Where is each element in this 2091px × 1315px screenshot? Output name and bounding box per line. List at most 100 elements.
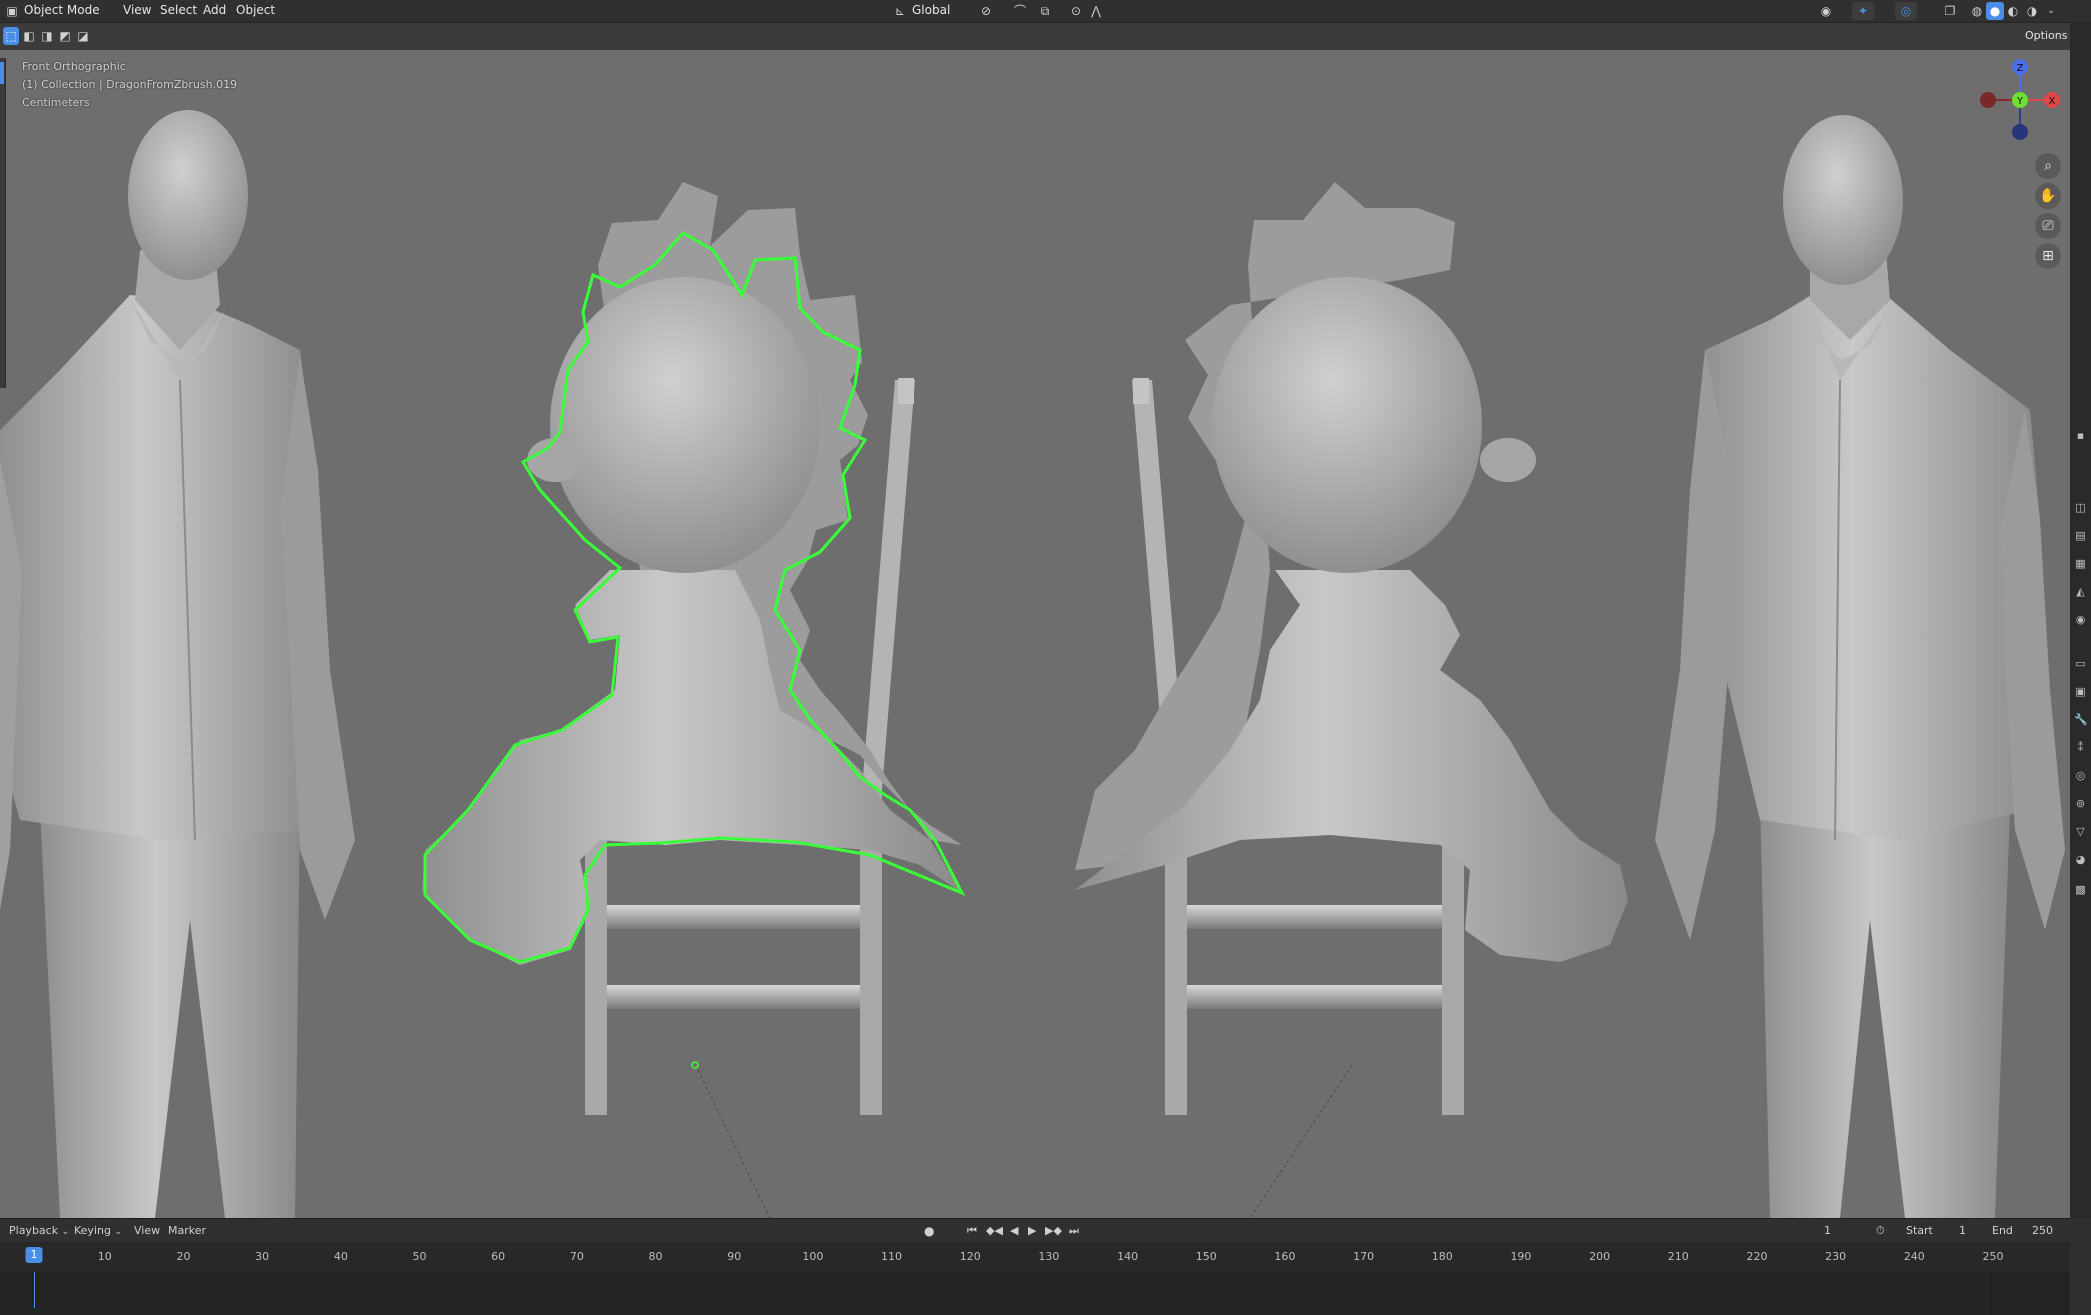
timeline-tick-label: 190	[1510, 1250, 1532, 1263]
timeline-ruler[interactable]: 1 10 20 30 40 50 60 70 80 90 100 110 120 130 140 150 160…	[0, 1242, 2070, 1272]
play-icon[interactable]: ▶	[1028, 1223, 1036, 1239]
stopwatch-icon[interactable]: ⏱	[1876, 1223, 1885, 1239]
chair-left-rung-2	[607, 985, 860, 1009]
menu-view[interactable]: View	[123, 0, 151, 22]
gizmo-neg-x-ball[interactable]	[1980, 92, 1996, 108]
render-tab-icon[interactable]: ◫	[2074, 502, 2087, 513]
select-difference-icon[interactable]: ◩	[57, 27, 73, 45]
pivot-point-icon[interactable]: ⊘	[975, 2, 997, 20]
human-reference-left[interactable]	[0, 110, 355, 1218]
select-intersect-icon[interactable]: ◪	[75, 27, 91, 45]
timeline-tick-label: 250	[1982, 1250, 2004, 1263]
playhead-frame-indicator[interactable]: 1	[25, 1247, 43, 1263]
dragon-left-ear	[527, 438, 583, 482]
constraints-tab-icon[interactable]: ⊚	[2074, 798, 2087, 809]
select-extend-icon[interactable]: ◧	[21, 27, 37, 45]
shading-options-icon[interactable]: ⌄	[2044, 2, 2058, 20]
human-reference-right[interactable]	[1655, 115, 2065, 1218]
viewport-info-overlay: Front Orthographic (1) Collection | Drag…	[22, 58, 237, 112]
frame-range-end-line	[1991, 1272, 1992, 1315]
jump-start-icon[interactable]: ⏮	[967, 1223, 977, 1239]
play-reverse-icon[interactable]: ◀	[1010, 1223, 1018, 1239]
tool-tab-icon[interactable]: ▪	[2074, 430, 2087, 441]
timeline-tick-label: 140	[1117, 1250, 1139, 1263]
end-frame-field[interactable]: 250	[2032, 1223, 2053, 1239]
data-tab-icon[interactable]: ▽	[2074, 826, 2087, 837]
dragon-right-head	[1212, 277, 1482, 573]
3d-viewport[interactable]: Z X Y Front Orthographic (1) Collection …	[0, 50, 2070, 1218]
overlay-toggle-icon[interactable]: ◎	[1895, 2, 1917, 20]
timeline-header: Playback ⌄ Keying ⌄ View Marker ● ⏮ ◆◀ ◀…	[0, 1218, 2070, 1243]
falloff-icon[interactable]: ⋀	[1088, 2, 1104, 20]
current-frame-field[interactable]: 1	[1824, 1223, 1831, 1239]
transform-orientation-dropdown[interactable]: Global ⌄	[912, 0, 964, 37]
view-layer-tab-icon[interactable]: ▦	[2074, 558, 2087, 569]
solid-shading-icon[interactable]: ●	[1986, 2, 2004, 20]
material-shading-icon[interactable]: ◐	[2005, 2, 2021, 20]
active-collection-object: (1) Collection | DragonFromZbrush.019	[22, 78, 238, 91]
right-man-torso	[1700, 290, 2040, 840]
marker-menu[interactable]: Marker	[168, 1223, 206, 1239]
timeline-view-menu[interactable]: View	[134, 1223, 160, 1239]
toolbar-left-edge[interactable]	[0, 58, 6, 388]
gizmo-toggle-icon[interactable]: ✦	[1852, 2, 1874, 20]
collection-tab-icon[interactable]: ▭	[2074, 658, 2087, 669]
material-tab-icon[interactable]: ◕	[2074, 854, 2087, 865]
start-frame-field[interactable]: 1	[1959, 1223, 1966, 1239]
chevron-down-icon: ⌄	[61, 1227, 70, 1237]
pan-hand-icon[interactable]: ✋	[2035, 183, 2061, 209]
texture-tab-icon[interactable]: ▩	[2074, 884, 2087, 895]
menu-select[interactable]: Select	[160, 0, 197, 22]
proportional-edit-icon[interactable]: ⊙	[1068, 2, 1084, 20]
timeline-tick-label: 10	[97, 1250, 112, 1263]
menu-object[interactable]: Object	[236, 0, 275, 22]
world-tab-icon[interactable]: ◉	[2074, 614, 2087, 625]
dragon-right-relationship-line	[1249, 1064, 1353, 1218]
editor-type-icon[interactable]: ▣	[4, 2, 20, 20]
timeline-tick-label: 100	[802, 1250, 824, 1263]
select-subtract-icon[interactable]: ◨	[39, 27, 55, 45]
left-man-head	[128, 110, 248, 280]
chair-left-post-cap	[898, 378, 914, 404]
active-tool-marker	[0, 62, 4, 84]
zoom-icon[interactable]: ⌕	[2035, 153, 2061, 179]
camera-view-icon[interactable]: ⎚	[2035, 213, 2061, 239]
rendered-shading-icon[interactable]: ◑	[2024, 2, 2040, 20]
timeline-tick-label: 200	[1589, 1250, 1611, 1263]
scene-units: Centimeters	[22, 96, 90, 109]
record-icon[interactable]: ●	[924, 1223, 934, 1239]
scene-tab-icon[interactable]: ◭	[2074, 586, 2087, 597]
chair-left-rung-1	[607, 905, 860, 929]
gizmo-y-label: Y	[2016, 96, 2024, 107]
transform-orientation-icon[interactable]: ⊾	[892, 2, 908, 20]
options-dropdown[interactable]: Options ⌄	[2025, 26, 2070, 62]
right-man-arm-right	[2000, 410, 2065, 930]
snap-icon[interactable]: ⌒	[1012, 2, 1028, 20]
ortho-grid-icon[interactable]: ⊞	[2035, 243, 2061, 269]
chair-right-post-cap	[1133, 378, 1149, 404]
gizmo-x-label: X	[2049, 96, 2056, 107]
wireframe-shading-icon[interactable]: ◍	[1969, 2, 1985, 20]
visibility-icon[interactable]: ◉	[1815, 2, 1837, 20]
timeline-track-area[interactable]	[0, 1272, 2070, 1315]
prev-keyframe-icon[interactable]: ◆◀	[986, 1223, 1003, 1239]
gizmo-neg-z-ball[interactable]	[2012, 124, 2028, 140]
snap-target-icon[interactable]: ⧉	[1034, 2, 1056, 20]
menu-add[interactable]: Add	[203, 0, 226, 22]
playback-menu[interactable]: Playback ⌄	[9, 1223, 69, 1239]
output-tab-icon[interactable]: ▤	[2074, 530, 2087, 541]
chair-right-rung-1	[1187, 905, 1442, 929]
select-box-icon[interactable]: ⬚	[3, 27, 19, 45]
mode-selector[interactable]: Object Mode ⌄	[24, 0, 110, 37]
keying-menu[interactable]: Keying ⌄	[74, 1223, 122, 1239]
physics-tab-icon[interactable]: ◎	[2074, 770, 2087, 781]
jump-end-icon[interactable]: ⏭	[1069, 1223, 1079, 1239]
dragon-right[interactable]	[1075, 182, 1628, 1218]
modifier-tab-icon[interactable]: 🔧	[2074, 714, 2088, 725]
next-keyframe-icon[interactable]: ▶◆	[1045, 1223, 1062, 1239]
xray-icon[interactable]: ❐	[1942, 2, 1958, 20]
timeline-tick-label: 230	[1825, 1250, 1847, 1263]
particles-tab-icon[interactable]: ⁑	[2074, 742, 2087, 753]
navigation-gizmo[interactable]: Z X Y	[1980, 59, 2060, 140]
object-tab-icon[interactable]: ▣	[2074, 686, 2087, 697]
